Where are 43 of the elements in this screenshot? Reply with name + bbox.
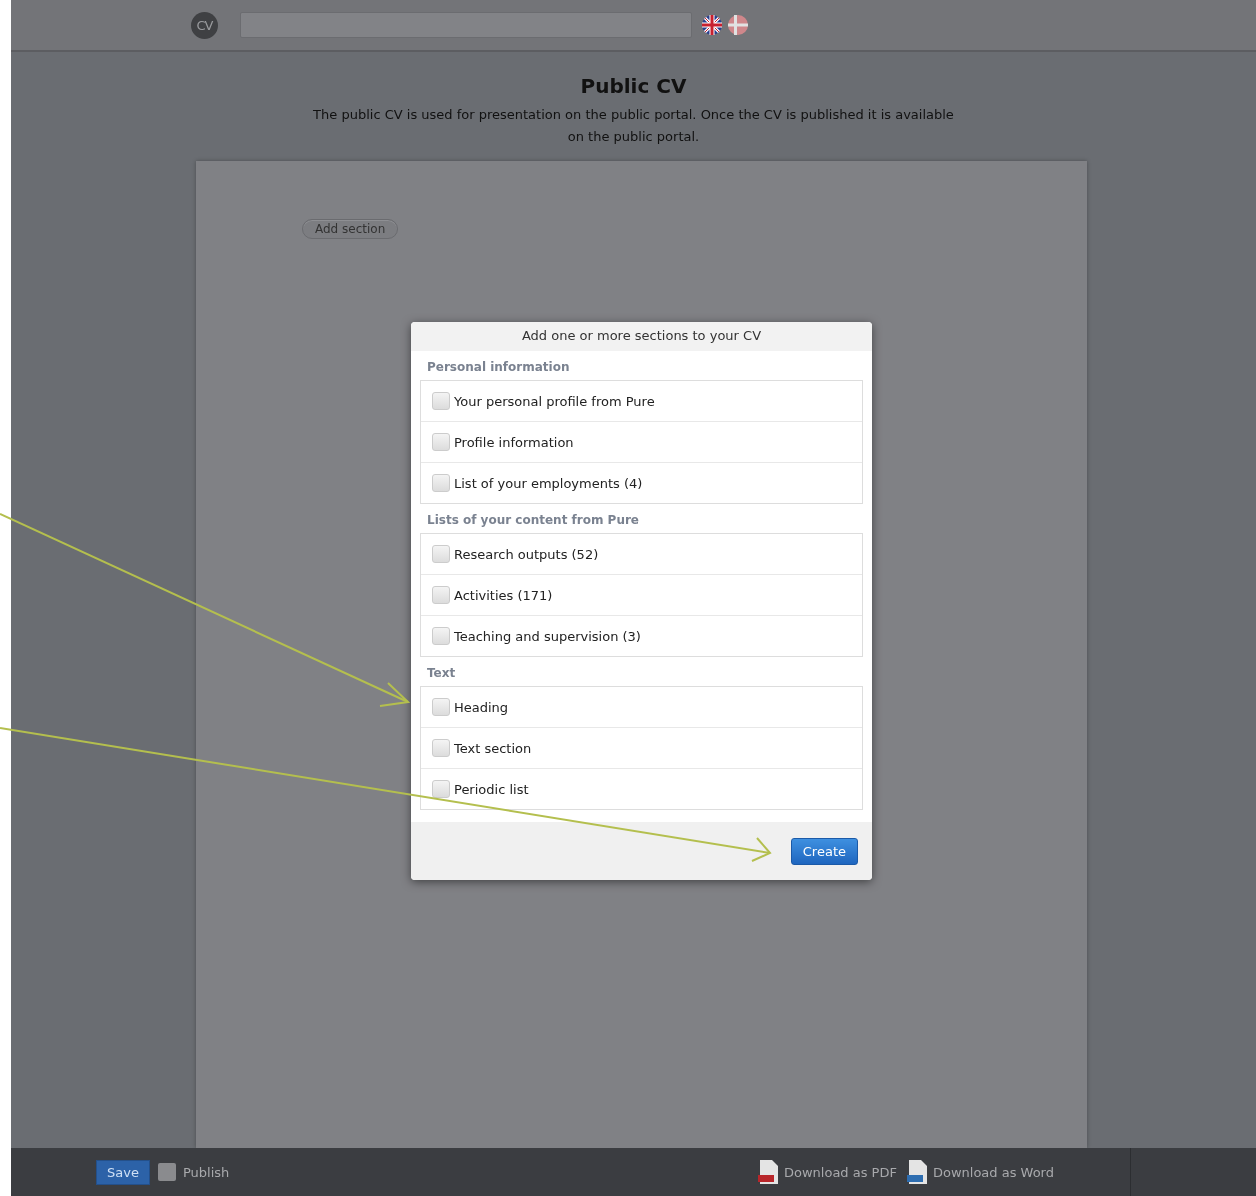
group-label: Text	[426, 665, 457, 682]
section-option[interactable]: Profile information	[421, 421, 862, 462]
checkbox[interactable]	[432, 586, 450, 604]
checkbox[interactable]	[432, 433, 450, 451]
option-label: Text section	[454, 740, 532, 756]
section-option[interactable]: Heading	[421, 687, 862, 727]
group-label: Lists of your content from Pure	[426, 512, 640, 529]
checkbox[interactable]	[157, 1163, 176, 1181]
option-label: Periodic list	[454, 781, 529, 797]
publish-label: Publish	[182, 1164, 230, 1180]
group-label: Personal information	[426, 359, 571, 376]
option-label: Teaching and supervision (3)	[454, 628, 641, 644]
section-option[interactable]: Activities (171)	[421, 574, 862, 615]
save-button[interactable]: Save	[96, 1159, 150, 1185]
cv-logo: CV	[191, 11, 218, 39]
checkbox[interactable]	[432, 627, 450, 645]
checkbox[interactable]	[432, 698, 450, 716]
download-link[interactable]: Download as Word	[906, 1160, 1054, 1184]
section-option[interactable]: List of your employments (4)	[421, 462, 862, 503]
create-button[interactable]: Create	[790, 837, 858, 865]
option-label: Heading	[454, 699, 509, 715]
checkbox[interactable]	[432, 739, 450, 757]
section-option[interactable]: Periodic list	[421, 768, 862, 809]
checkbox[interactable]	[432, 545, 450, 563]
option-label: Your personal profile from Pure	[454, 393, 655, 409]
page-title: Public CV	[579, 74, 688, 98]
section-option[interactable]: Text section	[421, 727, 862, 768]
document-icon	[906, 1160, 927, 1184]
dialog-title: Add one or more sections to your CV	[411, 322, 872, 351]
document-icon	[758, 1160, 778, 1184]
checkbox[interactable]	[432, 474, 450, 492]
section-option[interactable]: Teaching and supervision (3)	[421, 615, 862, 656]
flag-icon[interactable]	[702, 15, 722, 35]
section-option[interactable]: Your personal profile from Pure	[421, 381, 862, 421]
option-label: Profile information	[454, 434, 574, 450]
checkbox[interactable]	[432, 392, 450, 410]
checkbox[interactable]	[432, 780, 450, 798]
option-label: Activities (171)	[454, 587, 553, 603]
page-description: The public CV is used for presentation on the public portal. Once the CV is published it is available on the public portal.	[312, 106, 955, 146]
download-link[interactable]: Download as PDF	[758, 1160, 897, 1184]
section-option[interactable]: Research outputs (52)	[421, 534, 862, 574]
option-label: Research outputs (52)	[454, 546, 599, 562]
option-label: List of your employments (4)	[454, 475, 643, 491]
